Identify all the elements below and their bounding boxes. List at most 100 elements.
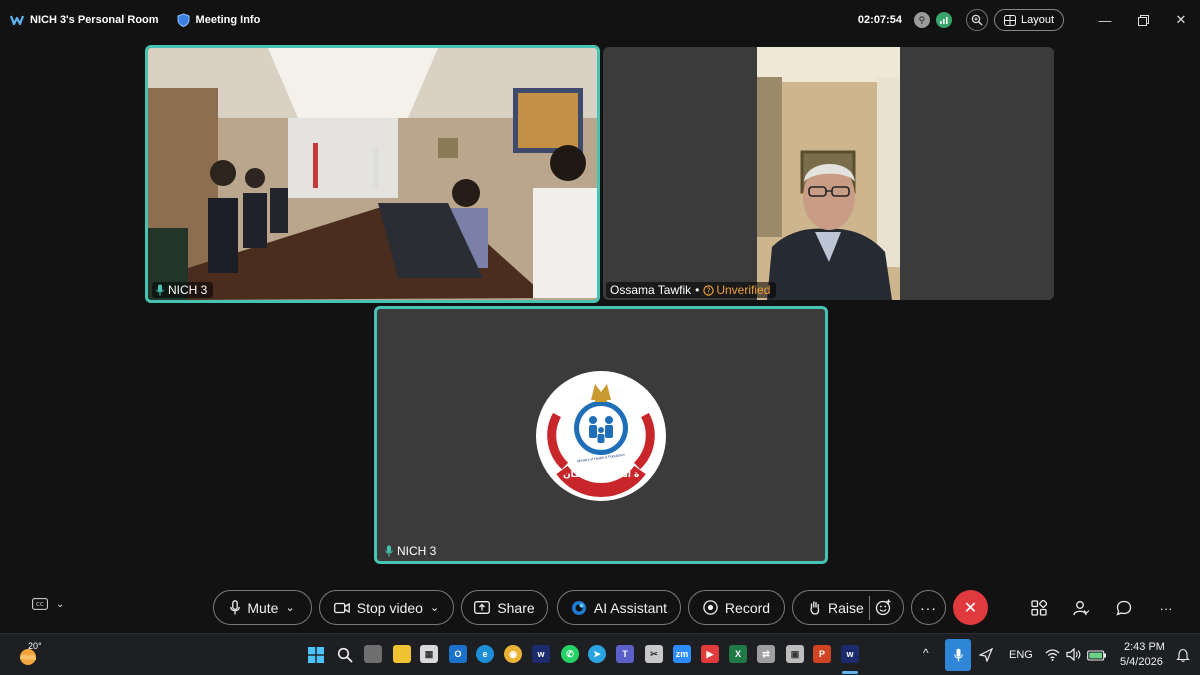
network-app-icon[interactable]: ⇄ — [757, 645, 775, 663]
windows-start-icon[interactable] — [308, 647, 324, 663]
tile-name-label: NICH 3 — [152, 282, 214, 298]
meeting-info-button[interactable]: Meeting Info — [177, 13, 261, 27]
temperature: 20° — [28, 641, 42, 651]
chrome-icon[interactable]: ◉ — [504, 645, 522, 663]
room-title-text: NICH 3's Personal Room — [30, 14, 159, 26]
participants-icon — [1073, 601, 1089, 616]
participants-button[interactable] — [1069, 596, 1093, 620]
title-bar: NICH 3's Personal Room Meeting Info 02:0… — [0, 0, 1200, 40]
apps-button[interactable] — [1027, 596, 1051, 620]
active-app-indicator — [842, 671, 858, 674]
participant-name: NICH 3 — [168, 283, 208, 297]
connection-icon[interactable]: ⚲ — [913, 12, 930, 28]
more-panels-button[interactable]: ··· — [1154, 596, 1178, 620]
ai-assistant-label: AI Assistant — [593, 599, 668, 616]
webex-logo-icon — [10, 15, 24, 26]
ministry-of-health-logo: Ministry of Health & Population وزارة ال… — [535, 370, 667, 502]
stop-video-label: Stop video — [356, 599, 423, 616]
layout-label: Layout — [1020, 14, 1054, 26]
logo-text-ar: وزارة الصحة والسكان — [563, 470, 639, 480]
mic-on-icon — [385, 545, 393, 557]
restore-icon[interactable] — [1124, 0, 1162, 40]
mute-label: Mute — [247, 599, 279, 616]
meeting-timer: 02:07:54 — [857, 14, 902, 26]
edge-icon[interactable]: e — [476, 645, 494, 663]
divider — [869, 596, 870, 620]
participant-name: NICH 3 — [397, 544, 437, 558]
wifi-icon[interactable] — [1045, 649, 1060, 661]
tile-name-label: Ossama Tawfik • ? Unverified — [606, 282, 777, 298]
clock-date[interactable]: 5/4/2026 — [1120, 656, 1163, 668]
meeting-info-label: Meeting Info — [195, 14, 261, 26]
teams-icon[interactable]: T — [616, 645, 634, 663]
microphone-icon — [230, 600, 241, 615]
zoom-app-icon[interactable]: zm — [673, 645, 691, 663]
clock-time[interactable]: 2:43 PM — [1124, 641, 1165, 653]
webex-active-icon[interactable]: w — [841, 645, 859, 663]
telegram-icon[interactable]: ➤ — [588, 645, 606, 663]
volume-icon[interactable] — [1066, 648, 1081, 661]
whatsapp-icon[interactable]: ✆ — [561, 645, 579, 663]
reactions-icon[interactable] — [875, 599, 892, 616]
location-icon[interactable] — [979, 648, 993, 662]
stop-video-button[interactable]: Stop video ⌄ — [319, 590, 454, 625]
chevron-down-icon[interactable]: ⌄ — [285, 601, 294, 614]
tile-name-label: NICH 3 — [381, 543, 442, 559]
video-tile-ossama-tawfik[interactable]: Ossama Tawfik • ? Unverified — [603, 47, 1054, 300]
close-icon[interactable]: ✕ — [1162, 0, 1200, 40]
mute-button[interactable]: Mute ⌄ — [213, 590, 312, 625]
webex-icon[interactable]: w — [532, 645, 550, 663]
share-label: Share — [497, 599, 535, 616]
video-tile-nich3[interactable]: NICH 3 — [145, 45, 600, 303]
weather-widget[interactable]: 20° — [18, 641, 42, 665]
snipping-tool-icon[interactable]: ✂ — [645, 645, 663, 663]
remote-desktop-icon[interactable]: ▣ — [786, 645, 804, 663]
ai-assistant-button[interactable]: AI Assistant — [557, 590, 681, 625]
share-screen-icon — [474, 601, 491, 614]
separator-dot: • — [695, 283, 700, 297]
search-icon[interactable] — [337, 647, 353, 663]
video-tile-nich3-logo[interactable]: Ministry of Health & Population وزارة ال… — [374, 306, 828, 564]
end-call-button[interactable]: ✕ — [953, 590, 988, 625]
warning-icon: ? — [703, 284, 715, 296]
raise-hand-button[interactable]: Raise — [792, 590, 904, 625]
share-button[interactable]: Share — [461, 590, 548, 625]
windows-taskbar: 20° ▦ O e ◉ w ✆ ➤ T ✂ zm ▶ X ⇄ ▣ P w ^ E… — [0, 633, 1200, 675]
more-options-button[interactable]: ··· — [911, 590, 946, 625]
zoom-icon[interactable] — [965, 9, 988, 31]
chat-icon — [1116, 600, 1132, 616]
chat-button[interactable] — [1112, 596, 1136, 620]
room-title[interactable]: NICH 3's Personal Room — [10, 14, 159, 26]
participant-name: Ossama Tawfik — [610, 283, 692, 297]
chevron-down-icon[interactable]: ⌄ — [430, 601, 439, 614]
unverified-label: Unverified — [716, 283, 771, 297]
captions-button[interactable]: CC ⌄ — [32, 598, 64, 610]
media-app-icon[interactable]: ▶ — [701, 645, 719, 663]
chevron-up-icon[interactable]: ^ — [923, 646, 929, 660]
layout-button[interactable]: Layout — [993, 9, 1064, 31]
conference-room-video — [148, 48, 597, 300]
chevron-down-icon: ⌄ — [56, 598, 65, 610]
notifications-bell-icon[interactable] — [1176, 648, 1190, 662]
unverified-badge: ? Unverified — [703, 283, 770, 297]
network-health-icon[interactable] — [935, 12, 952, 28]
outlook-icon[interactable]: O — [449, 645, 467, 663]
more-icon: ··· — [920, 599, 937, 616]
record-button[interactable]: Record — [688, 590, 785, 625]
task-view-icon[interactable] — [364, 645, 382, 663]
participant-portrait-video — [757, 47, 900, 300]
battery-icon[interactable] — [1087, 649, 1107, 661]
microphone-in-use-icon[interactable] — [945, 639, 971, 671]
ai-assistant-icon — [571, 600, 586, 615]
apps-icon — [1031, 600, 1047, 616]
file-explorer-icon[interactable] — [393, 645, 411, 663]
powerpoint-icon[interactable]: P — [813, 645, 831, 663]
input-language[interactable]: ENG — [1009, 649, 1033, 661]
record-icon — [703, 600, 718, 615]
raise-label: Raise — [828, 599, 864, 616]
excel-icon[interactable]: X — [729, 645, 747, 663]
closed-captions-icon: CC — [32, 598, 48, 610]
store-icon[interactable]: ▦ — [420, 645, 438, 663]
minimize-icon[interactable]: — — [1086, 0, 1124, 40]
shield-icon — [177, 13, 190, 27]
